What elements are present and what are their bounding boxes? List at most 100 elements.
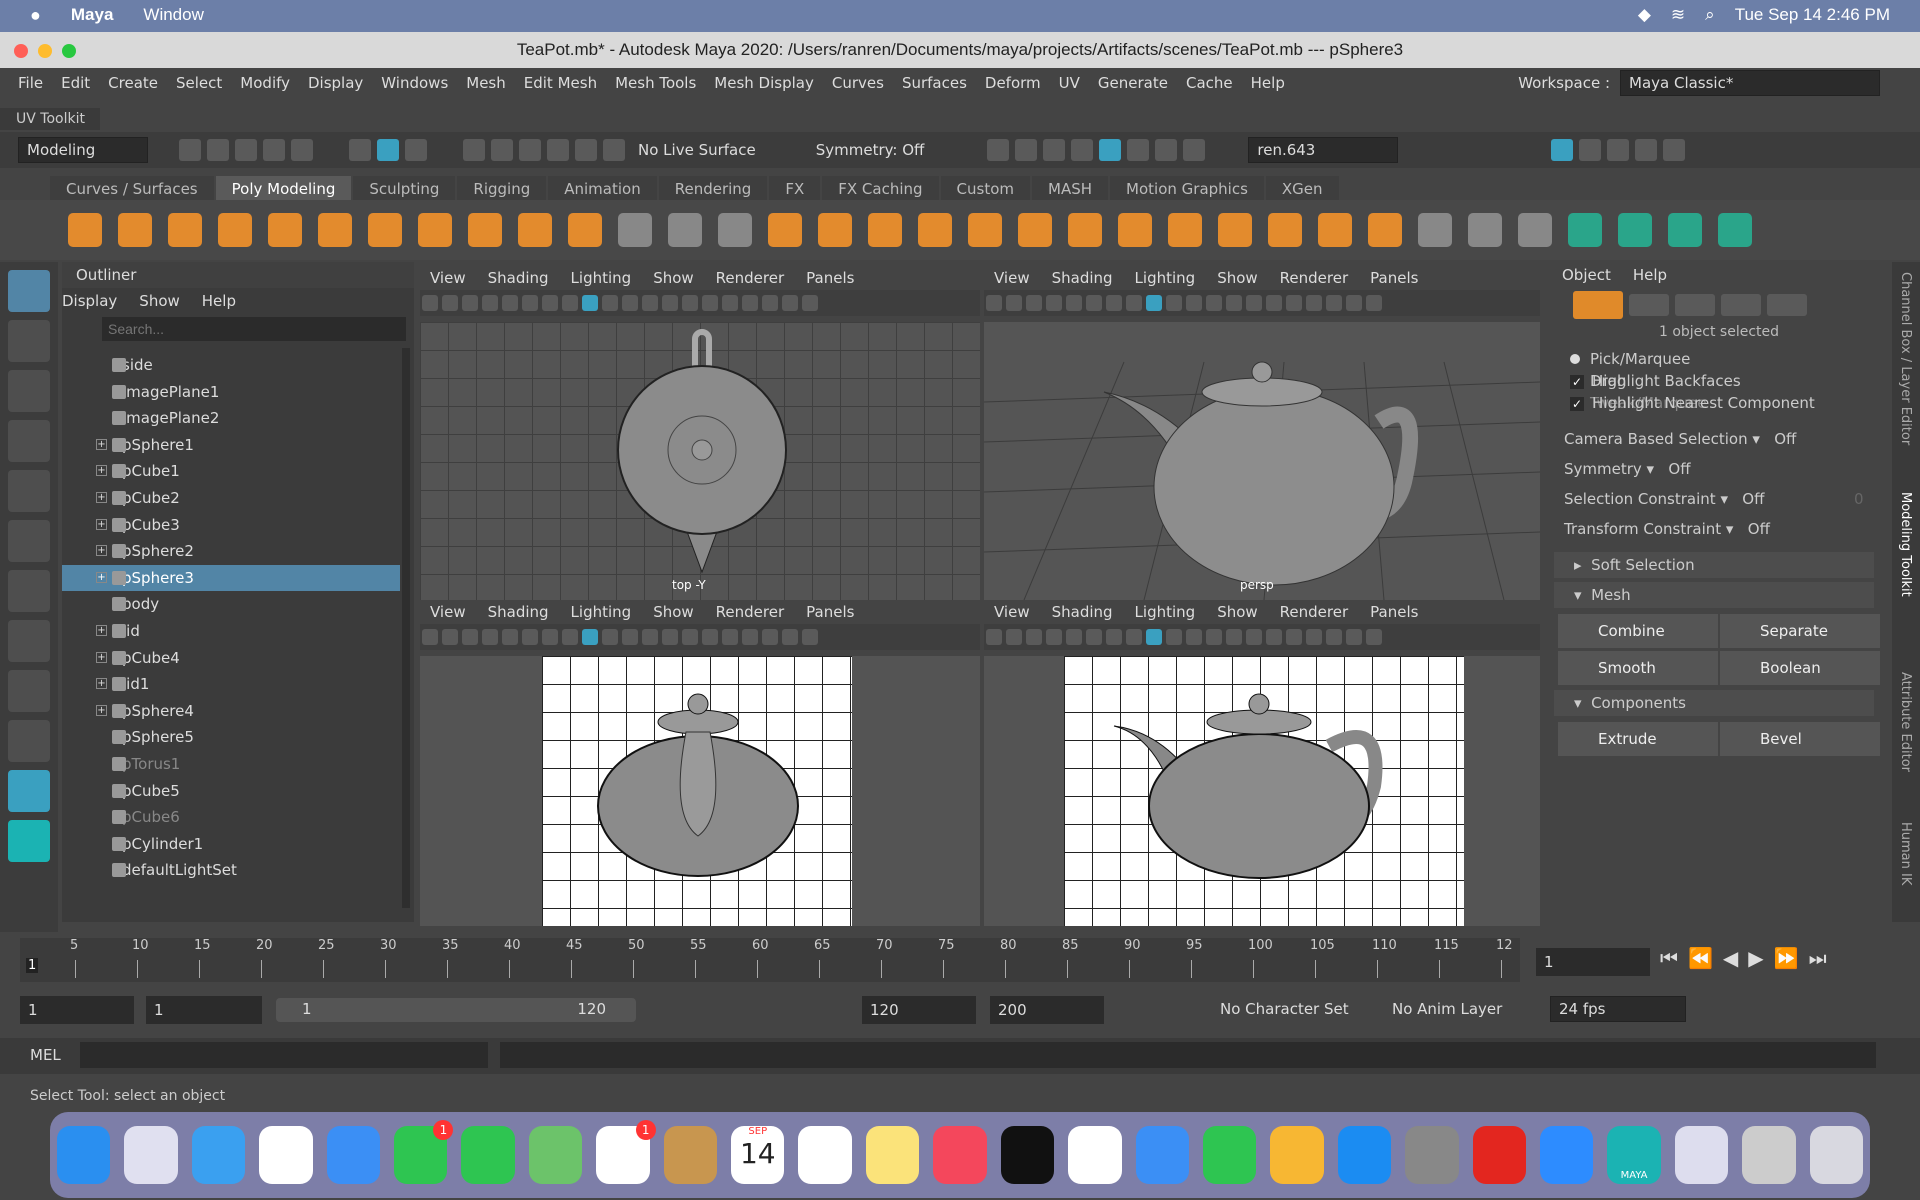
soft-selection-section[interactable]: ▸ Soft Selection	[1554, 552, 1874, 578]
viewport-tool-icon[interactable]	[702, 295, 718, 311]
expand-toggle-icon[interactable]: +	[96, 545, 107, 557]
viewport-menu-view[interactable]: View	[994, 269, 1030, 287]
current-frame-field[interactable]: 1	[1536, 948, 1650, 976]
svg-icon[interactable]	[568, 213, 602, 247]
viewport-tool-icon[interactable]	[1126, 629, 1142, 645]
viewport-tool-icon[interactable]	[462, 629, 478, 645]
shelf-tab-rigging[interactable]: Rigging	[457, 176, 547, 202]
shelf-tab-poly-modeling[interactable]: Poly Modeling	[215, 176, 352, 202]
camera-based-selection-row[interactable]: Camera Based Selection ▾ Off	[1564, 430, 1796, 448]
outliner-item[interactable]: defaultLightSet	[62, 857, 400, 884]
viewport-menu-panels[interactable]: Panels	[806, 603, 854, 621]
viewport-tool-icon[interactable]	[1226, 629, 1242, 645]
viewport-tool-icon[interactable]	[1026, 629, 1042, 645]
shelf-tab-motion-graphics[interactable]: Motion Graphics	[1110, 176, 1264, 202]
symmetry-row[interactable]: Symmetry ▾ Off	[1564, 460, 1691, 478]
playback-end-field[interactable]: 120	[862, 996, 976, 1024]
viewport-tool-icon[interactable]	[482, 295, 498, 311]
outliner-item[interactable]: defaultObjectSet	[62, 884, 400, 889]
keynote-icon[interactable]	[1135, 1126, 1189, 1184]
viewport-tool-icon[interactable]	[1146, 629, 1162, 645]
viewport-menu-show[interactable]: Show	[1217, 603, 1257, 621]
expand-toggle-icon[interactable]: +	[96, 651, 107, 663]
viewport-tool-icon[interactable]	[1206, 295, 1222, 311]
viewport-tool-icon[interactable]	[682, 295, 698, 311]
viewport-tool-icon[interactable]	[622, 629, 638, 645]
render-settings-icon[interactable]	[1071, 139, 1094, 161]
viewport-tool-icon[interactable]	[1186, 629, 1202, 645]
outliner-item[interactable]: + pCube4	[62, 645, 400, 672]
clock[interactable]: Tue Sep 14 2:46 PM	[1735, 5, 1890, 25]
viewport-tool-icon[interactable]	[562, 629, 578, 645]
toolkit-menu-object[interactable]: Object	[1562, 266, 1611, 284]
render-setup-icon[interactable]	[1127, 139, 1150, 161]
viewport-tool-icon[interactable]	[1286, 295, 1302, 311]
poly-plane-icon[interactable]	[318, 213, 352, 247]
viewport-tool-icon[interactable]	[1026, 295, 1042, 311]
step-forward-key-icon[interactable]: ⏩	[1774, 946, 1799, 970]
outliner-item[interactable]: pCube6	[62, 804, 400, 831]
menu-file[interactable]: File	[18, 74, 43, 92]
outliner-item[interactable]: + pSphere2	[62, 538, 400, 565]
snap-grid-icon[interactable]	[463, 139, 485, 161]
vertex-mode-icon[interactable]	[1629, 294, 1669, 316]
viewport-menu-panels[interactable]: Panels	[806, 269, 854, 287]
netease-music-icon[interactable]	[1472, 1126, 1526, 1184]
expand-toggle-icon[interactable]: +	[96, 491, 107, 503]
smooth-button[interactable]: Smooth	[1558, 651, 1718, 685]
viewport-tool-icon[interactable]	[722, 629, 738, 645]
side-tab-human-ik[interactable]: Human IK	[1898, 822, 1913, 885]
bridge-icon[interactable]	[1018, 213, 1052, 247]
step-back-frame-icon[interactable]: ◀	[1723, 946, 1738, 970]
viewport-menu-shading[interactable]: Shading	[1052, 269, 1113, 287]
news-icon[interactable]	[1068, 1126, 1122, 1184]
outliner-item[interactable]: pCylinder1	[62, 831, 400, 858]
menu-cache[interactable]: Cache	[1186, 74, 1233, 92]
safari-icon[interactable]	[191, 1126, 246, 1184]
menu-generate[interactable]: Generate	[1098, 74, 1168, 92]
outliner-item[interactable]: + pSphere4	[62, 698, 400, 725]
numbers-icon[interactable]	[1202, 1126, 1257, 1184]
viewport-tool-icon[interactable]	[522, 629, 538, 645]
menu-windows[interactable]: Windows	[381, 74, 448, 92]
select-tool-icon[interactable]	[8, 270, 50, 312]
redo-icon[interactable]	[291, 139, 313, 161]
viewport-tool-icon[interactable]	[662, 629, 678, 645]
expand-toggle-icon[interactable]: +	[96, 518, 107, 530]
viewport-tool-icon[interactable]	[986, 629, 1002, 645]
snap-curve-icon[interactable]	[491, 139, 513, 161]
outliner-item[interactable]: + pCube2	[62, 485, 400, 512]
viewport-menu-panels[interactable]: Panels	[1370, 269, 1418, 287]
go-to-end-icon[interactable]: ⏭	[1809, 946, 1827, 970]
two-pane-layout-icon[interactable]	[8, 720, 50, 762]
combine-button[interactable]: Combine	[1558, 614, 1718, 648]
viewport-menu-renderer[interactable]: Renderer	[716, 269, 784, 287]
facetime-icon[interactable]: 1	[394, 1120, 454, 1184]
viewport-canvas[interactable]	[984, 656, 1540, 926]
minimize-button[interactable]	[38, 44, 52, 58]
expand-toggle-icon[interactable]: +	[96, 438, 107, 450]
viewport-tool-icon[interactable]	[682, 629, 698, 645]
uv-toolkit-tab[interactable]: UV Toolkit	[0, 108, 100, 130]
viewport-tool-icon[interactable]	[1326, 629, 1342, 645]
poly-torus-icon[interactable]	[268, 213, 302, 247]
transform-constraint-row[interactable]: Transform Constraint ▾ Off	[1564, 520, 1770, 538]
extrude-icon[interactable]	[1068, 213, 1102, 247]
mail-icon[interactable]	[326, 1126, 381, 1184]
outliner-item[interactable]: imagePlane1	[62, 379, 400, 406]
components-section-header[interactable]: ▾ Components	[1554, 690, 1874, 716]
viewport-tool-icon[interactable]	[1366, 629, 1382, 645]
system-preferences-icon[interactable]	[1405, 1126, 1459, 1184]
notes-icon[interactable]	[865, 1126, 920, 1184]
shelf-tab-fx-caching[interactable]: FX Caching	[822, 176, 939, 202]
outliner-item[interactable]: + pSphere3	[62, 564, 400, 592]
viewport-tool-icon[interactable]	[1266, 295, 1282, 311]
super-shape-icon[interactable]	[468, 213, 502, 247]
viewport-tool-icon[interactable]	[1106, 629, 1122, 645]
playback-start-field[interactable]: 1	[146, 996, 262, 1024]
menu-create[interactable]: Create	[108, 74, 158, 92]
shelf-tab-fx[interactable]: FX	[769, 176, 821, 202]
viewport-canvas[interactable]	[420, 656, 980, 926]
outliner-item[interactable]: + lid	[62, 618, 400, 645]
uv-cylindrical-icon[interactable]	[1618, 213, 1652, 247]
